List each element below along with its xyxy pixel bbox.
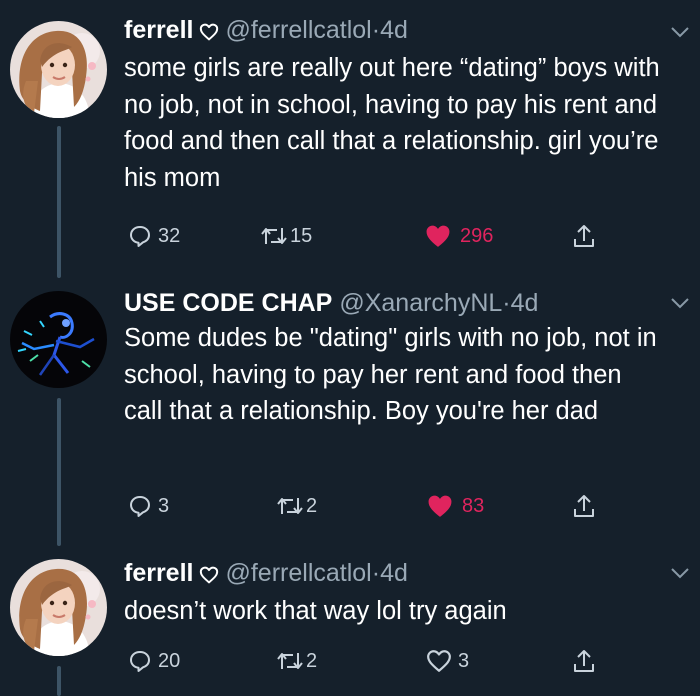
share-icon bbox=[574, 650, 594, 672]
user-handle[interactable]: @ferrellcatlol bbox=[225, 16, 371, 44]
timestamp[interactable]: 4d bbox=[380, 559, 408, 587]
separator-dot: · bbox=[371, 16, 381, 44]
reply-icon bbox=[130, 226, 150, 247]
retweet-button[interactable]: 2 bbox=[276, 491, 317, 521]
avatar[interactable] bbox=[10, 21, 107, 118]
chevron-down-icon[interactable] bbox=[670, 566, 690, 580]
avatar[interactable] bbox=[10, 559, 107, 656]
reply-button[interactable]: 3 bbox=[128, 491, 169, 521]
tweet-text: doesn’t work that way lol try again bbox=[124, 597, 507, 625]
reply-icon bbox=[130, 651, 150, 672]
share-icon bbox=[574, 495, 594, 517]
thread-line bbox=[57, 126, 61, 278]
tweet-header: ferrell @ferrellcatlol·4d bbox=[124, 14, 660, 49]
chevron-down-icon[interactable] bbox=[670, 296, 690, 310]
separator-dot: · bbox=[371, 559, 381, 587]
retweet-count: 2 bbox=[306, 649, 318, 672]
tweet-header: USE CODE CHAP @XanarchyNL·4d bbox=[124, 287, 660, 319]
tweet-actions: 32 15 296 bbox=[124, 221, 604, 251]
avatar[interactable] bbox=[10, 291, 107, 388]
share-icon bbox=[574, 225, 594, 247]
like-button[interactable]: 83 bbox=[426, 491, 484, 521]
heart-filled-icon bbox=[426, 225, 450, 247]
timestamp[interactable]: 4d bbox=[380, 16, 408, 44]
retweet-count: 2 bbox=[306, 494, 318, 517]
chevron-down-icon[interactable] bbox=[670, 25, 690, 39]
reply-button[interactable]: 32 bbox=[128, 221, 180, 251]
user-handle[interactable]: @ferrellcatlol bbox=[225, 559, 371, 587]
display-name[interactable]: ferrell bbox=[124, 16, 193, 44]
display-name[interactable]: USE CODE CHAP bbox=[124, 289, 332, 317]
heart-filled-icon bbox=[428, 495, 452, 517]
like-button[interactable]: 296 bbox=[424, 221, 493, 251]
reply-button[interactable]: 20 bbox=[128, 646, 180, 676]
share-button[interactable] bbox=[572, 221, 596, 251]
retweet-button[interactable]: 2 bbox=[276, 646, 317, 676]
share-button[interactable] bbox=[572, 491, 596, 521]
thread-line bbox=[57, 666, 61, 696]
heart-outline-icon bbox=[199, 17, 219, 49]
like-count: 296 bbox=[460, 224, 494, 247]
display-name[interactable]: ferrell bbox=[124, 559, 193, 587]
tweet-2[interactable]: USE CODE CHAP @XanarchyNL·4d Some dudes … bbox=[0, 280, 700, 548]
tweet-text: some girls are really out here “dating” … bbox=[124, 54, 660, 192]
tweet-3[interactable]: ferrell @ferrellcatlol·4d doesn’t work th… bbox=[0, 548, 700, 696]
heart-outline-icon bbox=[427, 650, 451, 672]
portrait-avatar-icon bbox=[10, 559, 107, 656]
tweet-thread: ferrell @ferrellcatlol·4d some girls are … bbox=[0, 0, 700, 696]
tweet-text: Some dudes be "dating" girls with no job… bbox=[124, 324, 657, 425]
thread-line bbox=[57, 398, 61, 546]
reply-count: 20 bbox=[158, 649, 181, 672]
reply-count: 3 bbox=[158, 494, 170, 517]
portrait-avatar-icon bbox=[10, 21, 107, 118]
tweet-1[interactable]: ferrell @ferrellcatlol·4d some girls are … bbox=[0, 0, 700, 280]
retweet-icon bbox=[277, 498, 303, 514]
user-handle[interactable]: @XanarchyNL bbox=[339, 289, 502, 317]
like-count: 3 bbox=[458, 649, 470, 672]
retweet-icon bbox=[261, 228, 287, 244]
timestamp[interactable]: 4d bbox=[511, 289, 539, 317]
like-button[interactable]: 3 bbox=[426, 646, 469, 676]
heart-outline-icon bbox=[199, 560, 219, 592]
retweet-button[interactable]: 15 bbox=[260, 221, 312, 251]
separator-dot: · bbox=[502, 289, 511, 317]
neon-figure-avatar-icon bbox=[10, 291, 107, 388]
like-count: 83 bbox=[462, 494, 485, 517]
tweet-header: ferrell @ferrellcatlol·4d bbox=[124, 557, 660, 592]
retweet-count: 15 bbox=[290, 224, 313, 247]
share-button[interactable] bbox=[572, 646, 596, 676]
tweet-actions: 20 2 3 bbox=[124, 646, 604, 676]
tweet-actions: 3 2 83 bbox=[124, 491, 604, 521]
retweet-icon bbox=[277, 653, 303, 669]
reply-count: 32 bbox=[158, 224, 181, 247]
reply-icon bbox=[130, 496, 150, 517]
